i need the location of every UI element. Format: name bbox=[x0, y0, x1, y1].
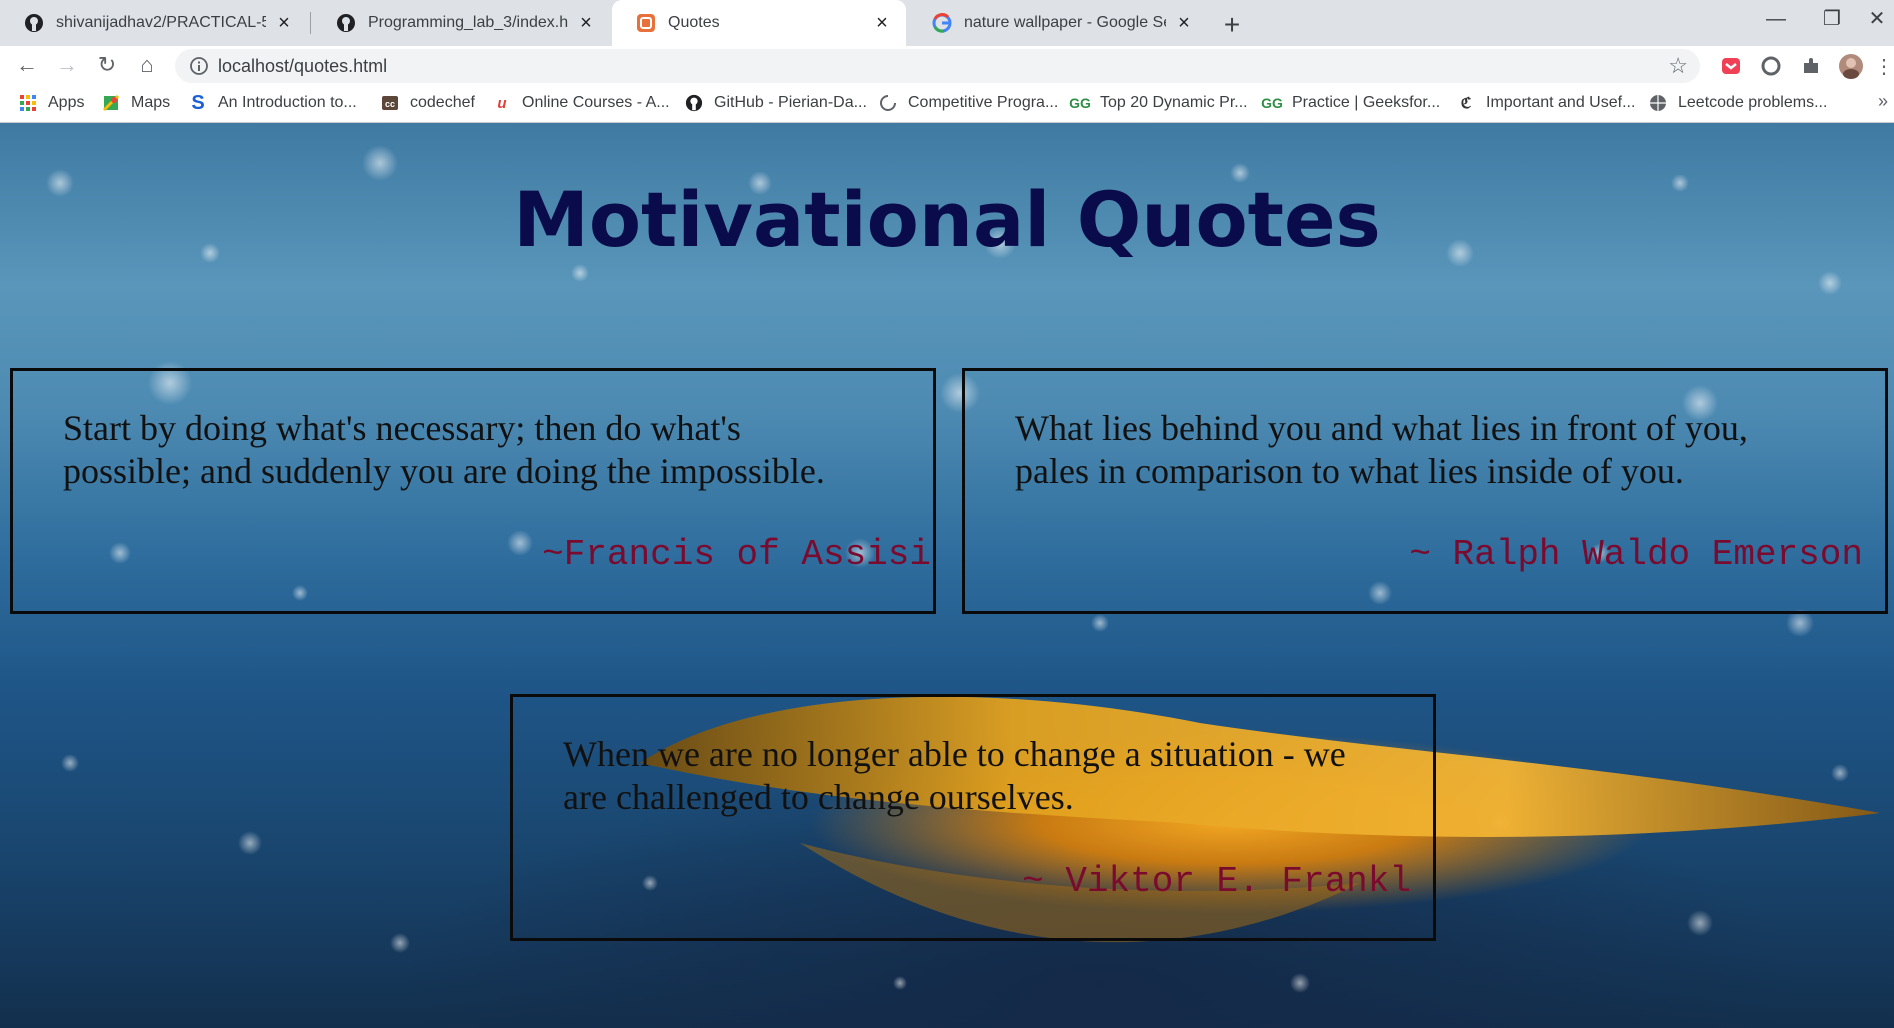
codechef-icon: cc bbox=[380, 93, 400, 113]
bookmark-c-icon: ℭ bbox=[1460, 95, 1472, 112]
bookmark-online-courses[interactable]: u Online Courses - A... bbox=[492, 83, 670, 123]
github-icon bbox=[684, 93, 704, 113]
reload-button[interactable]: ↻ bbox=[90, 48, 124, 82]
info-icon[interactable] bbox=[189, 56, 209, 76]
tab-title: shivanijadhav2/PRACTICAL-5B- bbox=[56, 14, 266, 31]
bookmark-label: GitHub - Pierian-Da... bbox=[714, 94, 867, 111]
minimize-button[interactable]: — bbox=[1748, 4, 1804, 34]
home-button[interactable]: ⌂ bbox=[130, 48, 164, 82]
maps-icon bbox=[101, 93, 121, 113]
pocket-extension-icon[interactable] bbox=[1718, 53, 1744, 79]
github-icon bbox=[24, 13, 44, 33]
profile-avatar[interactable] bbox=[1838, 53, 1864, 79]
bookmark-label: Leetcode problems... bbox=[1678, 94, 1828, 111]
quote-card-emerson: What lies behind you and what lies in fr… bbox=[962, 368, 1888, 614]
apps-grid-icon bbox=[18, 93, 38, 113]
close-icon[interactable]: × bbox=[274, 13, 294, 33]
bookmark-github-pierian[interactable]: GitHub - Pierian-Da... bbox=[684, 83, 867, 123]
bookmark-label: Apps bbox=[48, 94, 85, 111]
chevron-more-icon[interactable]: » bbox=[1878, 91, 1888, 112]
quote-author: ~Francis of Assisi bbox=[542, 534, 931, 575]
bookmark-top-20-dynamic[interactable]: GG Top 20 Dynamic Pr... bbox=[1069, 83, 1248, 123]
quote-text: What lies behind you and what lies in fr… bbox=[1015, 408, 1748, 491]
quote-author: ~ Viktor E. Frankl bbox=[1022, 861, 1411, 902]
close-icon[interactable]: × bbox=[1174, 13, 1194, 33]
html-file-icon bbox=[636, 13, 656, 33]
close-window-button[interactable]: ✕ bbox=[1860, 4, 1894, 34]
close-icon[interactable]: × bbox=[576, 13, 596, 33]
udemy-icon: u bbox=[497, 94, 507, 112]
tab-title: nature wallpaper - Google Search bbox=[964, 14, 1166, 31]
github-icon bbox=[336, 13, 356, 33]
tab-github-practical[interactable]: shivanijadhav2/PRACTICAL-5B- × bbox=[0, 0, 308, 46]
bookmark-label: Online Courses - A... bbox=[522, 94, 670, 111]
bookmark-important-useful[interactable]: ℭ Important and Usef... bbox=[1456, 83, 1636, 123]
page-title: Motivational Quotes bbox=[513, 175, 1381, 264]
bookmark-label: Important and Usef... bbox=[1486, 94, 1636, 111]
quote-author: ~ Ralph Waldo Emerson bbox=[1409, 534, 1863, 575]
bookmark-label: Maps bbox=[131, 94, 171, 111]
back-button[interactable]: ← bbox=[10, 48, 44, 82]
svg-text:cc: cc bbox=[385, 99, 395, 109]
bookmark-star-icon[interactable]: ☆ bbox=[1668, 49, 1688, 83]
new-tab-button[interactable]: + bbox=[1215, 9, 1249, 43]
bookmark-maps[interactable]: Maps bbox=[101, 83, 170, 123]
tab-google-search[interactable]: nature wallpaper - Google Search × bbox=[908, 0, 1208, 46]
restore-button[interactable]: ❐ bbox=[1804, 4, 1860, 34]
bookmark-apps[interactable]: Apps bbox=[18, 83, 84, 123]
tab-separator bbox=[310, 12, 311, 34]
tab-strip: shivanijadhav2/PRACTICAL-5B- × Programmi… bbox=[0, 0, 1894, 46]
bookmark-introduction[interactable]: S An Introduction to... bbox=[188, 83, 357, 123]
more-menu-icon[interactable]: ⋮ bbox=[1874, 53, 1894, 79]
geeksforgeeks-icon: GG bbox=[1261, 95, 1283, 111]
close-icon[interactable]: × bbox=[872, 13, 892, 33]
tab-programming-lab[interactable]: Programming_lab_3/index.html a × bbox=[312, 0, 610, 46]
tab-title: Quotes bbox=[668, 14, 720, 31]
bookmark-label: An Introduction to... bbox=[218, 94, 357, 111]
quote-card-frankl: When we are no longer able to change a s… bbox=[510, 694, 1436, 941]
forward-button[interactable]: → bbox=[50, 48, 84, 82]
browser-toolbar: ← → ↻ ⌂ localhost/quotes.html ☆ ⋮ bbox=[0, 46, 1894, 83]
geeksforgeeks-icon: GG bbox=[1069, 95, 1091, 111]
bookmark-practice-geeksforgeeks[interactable]: GG Practice | Geeksfor... bbox=[1261, 83, 1441, 123]
s-logo-icon: S bbox=[191, 91, 205, 114]
globe-icon bbox=[1648, 93, 1668, 113]
bookmark-leetcode-problems[interactable]: Leetcode problems... bbox=[1648, 83, 1827, 123]
google-icon bbox=[932, 13, 952, 33]
address-bar[interactable]: localhost/quotes.html ☆ bbox=[175, 49, 1700, 83]
tab-title: Programming_lab_3/index.html a bbox=[368, 14, 568, 31]
bookmark-label: Practice | Geeksfor... bbox=[1292, 94, 1441, 111]
bookmark-label: codechef bbox=[410, 94, 475, 111]
bookmark-competitive-programming[interactable]: Competitive Progra... bbox=[878, 83, 1058, 123]
page-viewport: Motivational Quotes Start by doing what'… bbox=[0, 123, 1894, 1028]
quote-card-assisi: Start by doing what's necessary; then do… bbox=[10, 368, 936, 614]
bookmark-codechef[interactable]: cc codechef bbox=[380, 83, 475, 123]
url-text: localhost/quotes.html bbox=[218, 56, 388, 76]
quote-text: When we are no longer able to change a s… bbox=[563, 734, 1346, 817]
bookmark-label: Competitive Progra... bbox=[908, 94, 1059, 111]
bookmark-label: Top 20 Dynamic Pr... bbox=[1100, 94, 1248, 111]
loading-icon bbox=[878, 93, 898, 113]
quote-text: Start by doing what's necessary; then do… bbox=[63, 408, 825, 491]
bookmarks-bar: Apps Maps S An Introduction to... cc cod… bbox=[0, 83, 1894, 123]
tab-quotes[interactable]: Quotes × bbox=[612, 0, 906, 46]
extensions-puzzle-icon[interactable] bbox=[1798, 53, 1824, 79]
circle-extension-icon[interactable] bbox=[1758, 53, 1784, 79]
